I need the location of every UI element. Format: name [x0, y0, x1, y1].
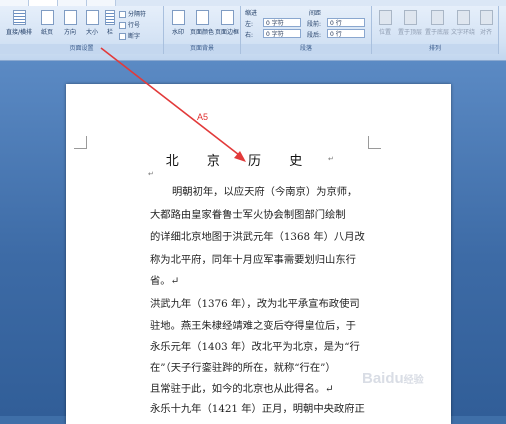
watermark-logo: Baidu经验 [362, 370, 424, 387]
position-icon [378, 10, 392, 25]
paragraph-mark: ↵ [148, 170, 154, 178]
text-wrap-button[interactable]: 文字环绕 [451, 10, 475, 36]
spacing-after-spinner[interactable]: 0 行 [327, 29, 365, 38]
indent-right-label: 右: [245, 32, 254, 39]
paragraph-group-label: 段落 [241, 44, 371, 54]
text-direction-icon [12, 10, 26, 25]
bring-front-button[interactable]: 置于顶层 [397, 10, 423, 36]
line-numbers-button[interactable]: 行号 [119, 20, 140, 29]
columns-icon [105, 10, 115, 25]
indent-left-label: 左: [245, 21, 254, 28]
text-wrap-icon [456, 10, 470, 25]
breaks-button[interactable]: 分隔符 [119, 9, 146, 18]
spacing-before-spinner[interactable]: 0 行 [327, 18, 365, 27]
page-border-button[interactable]: 页面边框 [215, 10, 239, 36]
send-back-button[interactable]: 置于底层 [424, 10, 450, 36]
size-annotation: A5 [197, 112, 209, 122]
send-back-icon [430, 10, 444, 25]
watermark-button[interactable]: 水印 [167, 10, 189, 36]
indent-right-spinner[interactable]: 0 字符 [263, 29, 301, 38]
text-direction-button[interactable]: 直接/横排 [4, 10, 34, 36]
position-button[interactable]: 位置 [374, 10, 396, 36]
document-line: 在”（天子行銮驻跸的所在，就称“行在”） [150, 362, 336, 374]
line-numbers-icon [119, 22, 126, 29]
size-button[interactable]: 大小 [82, 10, 102, 36]
watermark-icon [171, 10, 185, 25]
page-border-icon [220, 10, 234, 25]
hyphenation-icon [119, 33, 126, 40]
arrange-group-label: 排列 [372, 44, 498, 54]
page-background-group: 水印 页面颜色 页面边框 页面背景 [164, 6, 241, 54]
columns-button[interactable]: 栏 [103, 10, 117, 36]
align-icon [479, 10, 493, 25]
document-line: 洪武九年（1376 年），改为北平承宣布政使司 [150, 298, 360, 310]
align-button[interactable]: 对齐 [476, 10, 496, 36]
document-line: 明朝初年，以应天府（今南京）为京师， [172, 186, 358, 198]
margin-corner-top-left [74, 136, 87, 149]
indent-left-spinner[interactable]: 0 字符 [263, 18, 301, 27]
paragraph-group: 缩进 间距 左: 0 字符 右: 0 字符 段前: 0 行 段后: 0 行 段落 [241, 6, 372, 54]
spacing-before-label: 段前: [307, 21, 322, 28]
size-icon [85, 10, 99, 25]
page-background-group-label: 页面背景 [164, 44, 240, 54]
paragraph-mark: ↵ [328, 155, 334, 163]
orientation-icon [63, 10, 77, 25]
document-line: 永乐元年（1403 年）改北平为北京，是为“行 [150, 341, 360, 353]
spacing-label: 间距 [309, 10, 322, 17]
document-line: 称为北平府，同年十月应军事需要划归山东行 [150, 254, 356, 266]
document-line: 驻地。燕王朱棣经靖难之变后夺得皇位后，于 [150, 320, 356, 332]
document-line: 且常驻于此，如今的北京也从此得名。↵ [150, 383, 334, 395]
page-setup-group-label: 页面设置 [0, 44, 163, 54]
margins-button[interactable]: 纸页 [36, 10, 58, 36]
margins-icon [40, 10, 54, 25]
arrange-group: 位置 置于顶层 置于底层 文字环绕 对齐 排列 [372, 6, 499, 54]
document-line: 的详细北京地图于洪武元年（1368 年）八月改 [150, 231, 365, 243]
page-color-button[interactable]: 页面颜色 [190, 10, 214, 36]
document-line: 永乐十九年（1421 年）正月，明朝中央政府正 [150, 403, 365, 415]
document-title: 北 京 历 史 [165, 154, 315, 169]
margin-corner-top-right [368, 136, 381, 149]
page-setup-group: 直接/横排 纸页 方向 大小 栏 分隔符 行号 断字 页面设置 [0, 6, 164, 54]
hyphenation-button[interactable]: 断字 [119, 31, 140, 40]
page-color-icon [195, 10, 209, 25]
bring-front-icon [403, 10, 417, 25]
document-line: 大都路由皇家眷鲁士军火协会制图部门绘制 [150, 209, 346, 221]
ribbon: 直接/横排 纸页 方向 大小 栏 分隔符 行号 断字 页面设置 水印 页面颜色 … [0, 0, 506, 61]
spacing-after-label: 段后: [307, 32, 322, 39]
breaks-icon [119, 11, 126, 18]
orientation-button[interactable]: 方向 [60, 10, 80, 36]
indent-label: 缩进 [245, 10, 258, 17]
document-line: 省。↵ [150, 275, 180, 287]
